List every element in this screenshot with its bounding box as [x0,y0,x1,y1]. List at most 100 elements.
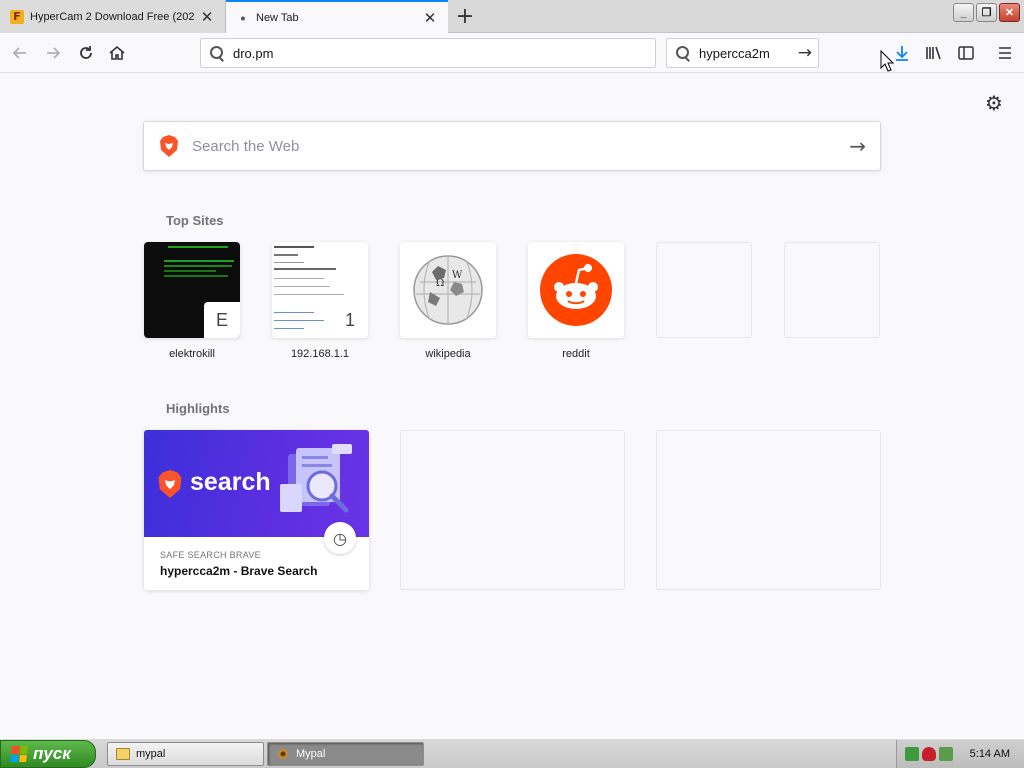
settings-gear-icon[interactable]: ⚙ [983,91,1005,115]
highlight-card[interactable]: search ◷ SAFE SEARCH BRAVE hypercca2m - … [144,430,369,590]
reload-icon [80,46,92,59]
minimize-button[interactable]: _ [953,3,974,22]
library-icon [926,46,941,60]
new-tab-button[interactable]: + [452,4,478,29]
restore-button[interactable]: ❐ [976,3,997,22]
tab-new-tab[interactable]: • New Tab ✕ [226,0,448,34]
web-search-box[interactable]: Search the Web → [143,121,881,171]
back-arrow-icon [12,47,26,59]
screenshot-line [168,246,228,248]
taskbar-item-folder[interactable]: mypal [107,742,264,766]
highlights-heading: Highlights [166,401,230,416]
highlight-source: SAFE SEARCH BRAVE [160,550,261,560]
search-icon [209,45,225,61]
highlight-placeholder [656,430,881,590]
tab-title: HyperCam 2 Download Free (202 [30,10,195,23]
menu-button[interactable] [993,41,1017,65]
search-bar[interactable]: hypercca2m → [666,38,819,68]
top-site-tile-router[interactable]: 1 [272,242,368,338]
top-site-label: wikipedia [425,348,471,360]
screenshot-line [164,265,232,267]
forward-arrow-icon [47,47,61,59]
search-illustration-icon [280,444,352,513]
sidebar-icon [958,46,974,60]
network-icon[interactable] [905,747,919,761]
tab-strip: F HyperCam 2 Download Free (202 ✕ • New … [0,0,1024,34]
top-site-tile-wikipedia[interactable]: Ω W [400,242,496,338]
highlight-preview-image: search [144,430,369,537]
clock-icon: ◷ [324,522,356,554]
wikipedia-globe-icon: Ω W [413,255,483,325]
top-sites-heading: Top Sites [166,213,224,228]
taskbar-item-label: Mypal [296,748,326,760]
svg-text:W: W [452,270,463,281]
home-icon [109,45,125,60]
mouse-cursor-icon [880,50,894,72]
screenshot-line [274,328,304,329]
top-site-label: reddit [562,348,590,360]
navigation-toolbar: dro.pm hypercca2m → [0,33,1024,73]
top-site-tile-elektrokill[interactable]: E [144,242,240,338]
home-button[interactable] [103,39,131,67]
taskbar: пуск mypal Mypal 5:14 AM [0,738,1024,768]
forward-button[interactable] [39,39,67,67]
search-bar-value: hypercca2m [699,45,770,61]
back-button[interactable] [6,39,34,67]
screenshot-line [274,254,298,256]
top-site-label: 192.168.1.1 [290,348,350,360]
close-tab-icon[interactable]: ✕ [422,10,438,27]
screenshot-line [274,262,304,263]
mypal-icon [278,749,288,759]
windows-flag-icon [10,746,28,762]
start-button[interactable]: пуск [0,740,96,768]
reload-button[interactable] [72,39,100,67]
screenshot-line [274,294,344,295]
search-icon [675,45,691,61]
brave-lion-icon [158,470,182,498]
tab-title: New Tab [256,12,299,24]
new-tab-page: ⚙ Search the Web → Top Sites E elektroki… [0,74,1024,738]
highlight-placeholder [400,430,625,590]
screenshot-line [164,275,228,277]
top-site-label: elektrokill [169,348,215,360]
hamburger-menu-icon [999,47,1011,59]
sidebar-button[interactable] [954,41,978,65]
library-button[interactable] [922,41,946,65]
tab-hypercam[interactable]: F HyperCam 2 Download Free (202 ✕ [0,0,226,33]
taskbar-clock[interactable]: 5:14 AM [970,748,1010,760]
taskbar-item-browser[interactable]: Mypal [267,742,424,766]
screenshot-line [274,278,324,279]
address-bar[interactable]: dro.pm [200,38,656,68]
top-site-placeholder [656,242,752,338]
system-tray: 5:14 AM [896,740,1024,768]
top-site-placeholder [784,242,880,338]
close-window-button[interactable]: ✕ [999,3,1020,22]
tile-letter-badge: E [204,302,240,338]
top-site-tile-reddit[interactable] [528,242,624,338]
screenshot-line [274,246,314,248]
brave-lion-icon [160,135,178,157]
screenshot-line [274,320,324,321]
screenshot-line [164,260,234,262]
reddit-logo-icon [540,254,612,326]
security-shield-icon[interactable] [922,747,936,761]
close-tab-icon[interactable]: ✕ [199,9,215,26]
volume-icon[interactable] [939,747,953,761]
tile-letter-badge: 1 [332,302,368,338]
svg-text:Ω: Ω [436,278,444,289]
folder-icon [116,748,130,760]
web-search-placeholder: Search the Web [192,137,300,155]
screenshot-line [274,312,314,313]
search-go-arrow-icon[interactable]: → [798,43,812,63]
hypercam-favicon-icon: F [10,9,24,24]
download-icon [896,46,908,61]
screenshot-line [274,268,336,270]
highlight-title: hypercca2m - Brave Search [160,564,318,578]
tab-dot-icon: • [240,10,246,26]
start-label: пуск [33,744,71,763]
screenshot-line [274,286,330,287]
url-text: dro.pm [233,45,274,61]
search-submit-arrow-icon[interactable]: → [849,134,866,158]
taskbar-item-label: mypal [136,748,166,760]
highlight-image-text: search [190,468,271,496]
